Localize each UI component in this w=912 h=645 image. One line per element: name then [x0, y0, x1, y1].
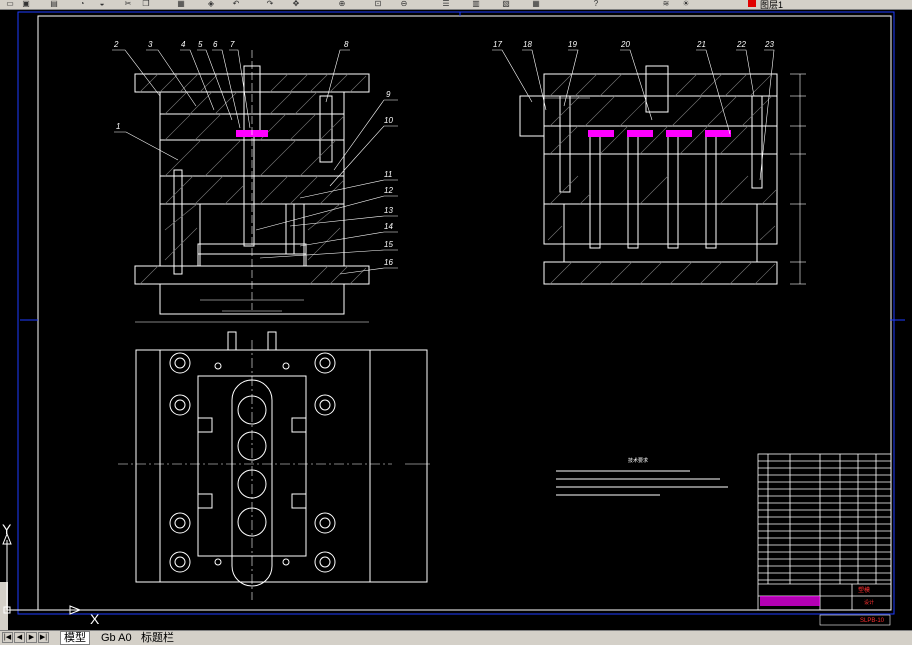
callout-21: 21 [696, 40, 706, 49]
open-icon[interactable]: ▭ [4, 0, 16, 8]
technical-notes: 技术要求 [556, 457, 728, 496]
callout-6: 6 [213, 40, 218, 49]
callout-17: 17 [493, 40, 502, 49]
properties-icon[interactable]: ☰ [440, 0, 452, 8]
tab-nav-next[interactable]: ▶ [26, 632, 37, 643]
paste-icon[interactable]: ▦ [175, 0, 187, 8]
tab-nav-first[interactable]: |◀ [2, 632, 13, 643]
layout-tabs-bar: |◀ ◀ ▶ ▶| 模型 Gb A0 标题栏 [0, 630, 912, 645]
cad-drawing: 2 3 4 5 6 7 8 1 9 10 11 12 13 14 15 16 1… [17, 11, 905, 626]
callout-7: 7 [230, 40, 235, 49]
toolbar: ▭ ▣ ▤ ◔ ◒ ✂ ❐ ▦ ◈ ↶ ↷ ✥ ⊕ ⊡ ⊖ ☰ ▥ ▧ ▦ ? … [0, 0, 912, 10]
redo-icon[interactable]: ↷ [264, 0, 276, 8]
match-icon[interactable]: ◈ [205, 0, 217, 8]
notes-title: 技术要求 [628, 457, 648, 464]
title-block-sub-label: 设计 [864, 599, 874, 606]
side-hatch [547, 73, 777, 285]
side-dimensions [790, 73, 806, 285]
layer-state-icon[interactable]: ☀ [680, 0, 692, 8]
callout-15: 15 [384, 240, 393, 249]
callout-5: 5 [198, 40, 203, 49]
print-icon[interactable]: ▤ [48, 0, 60, 8]
callout-13: 13 [384, 206, 393, 215]
side-callouts [492, 49, 775, 181]
tab-title-block[interactable]: 标题栏 [138, 632, 177, 644]
title-block-highlight [760, 596, 820, 606]
zoom-previous-icon[interactable]: ⊖ [398, 0, 410, 8]
callout-11: 11 [384, 170, 392, 179]
cut-icon[interactable]: ✂ [122, 0, 134, 8]
undo-icon[interactable]: ↶ [230, 0, 242, 8]
title-block-red-label: 塑模 [858, 586, 870, 594]
callout-9: 9 [386, 90, 391, 99]
publish-icon[interactable]: ◒ [96, 0, 108, 8]
designcenter-icon[interactable]: ▥ [470, 0, 482, 8]
callout-10: 10 [384, 116, 393, 125]
drawing-code: SLPB-10 [860, 618, 885, 624]
callout-12: 12 [384, 186, 393, 195]
ucs-icon [2, 532, 82, 615]
callout-4: 4 [181, 40, 186, 49]
cavity-parts-side [588, 130, 731, 137]
callout-20: 20 [620, 40, 630, 49]
callout-19: 19 [568, 40, 577, 49]
front-callouts [112, 49, 398, 275]
help-icon[interactable]: ? [590, 0, 602, 8]
tab-nav-last[interactable]: ▶| [38, 632, 49, 643]
save-icon[interactable]: ▣ [20, 0, 32, 8]
tab-gb-a0[interactable]: Gb A0 [98, 632, 135, 644]
callout-1: 1 [116, 122, 120, 131]
calculator-icon[interactable]: ▦ [530, 0, 542, 8]
ucs-x-label: X [90, 611, 100, 627]
callout-8: 8 [344, 40, 349, 49]
zoom-realtime-icon[interactable]: ⊕ [336, 0, 348, 8]
callout-2: 2 [113, 40, 119, 49]
layer-color-swatch [748, 0, 756, 7]
preview-icon[interactable]: ◔ [76, 0, 88, 8]
callout-16: 16 [384, 258, 393, 267]
callout-23: 23 [764, 40, 774, 49]
callout-14: 14 [384, 222, 393, 231]
layer-manager-icon[interactable]: ≋ [660, 0, 672, 8]
plan-view [135, 331, 428, 587]
callout-18: 18 [523, 40, 532, 49]
layer-dropdown[interactable]: 图层1 [760, 0, 783, 9]
tab-nav-prev[interactable]: ◀ [14, 632, 25, 643]
callout-3: 3 [148, 40, 153, 49]
drawing-canvas[interactable]: 2 3 4 5 6 7 8 1 9 10 11 12 13 14 15 16 1… [0, 10, 912, 632]
callout-22: 22 [736, 40, 746, 49]
side-callout-labels: 17 18 19 20 21 22 23 [493, 40, 774, 49]
toolpalette-icon[interactable]: ▧ [500, 0, 512, 8]
ucs-y-label: Y [2, 521, 12, 537]
copy-icon[interactable]: ❐ [140, 0, 152, 8]
tab-model[interactable]: 模型 [60, 631, 90, 645]
side-section-view [519, 65, 778, 285]
pan-icon[interactable]: ✥ [290, 0, 302, 8]
zoom-window-icon[interactable]: ⊡ [372, 0, 384, 8]
title-block [757, 453, 892, 611]
